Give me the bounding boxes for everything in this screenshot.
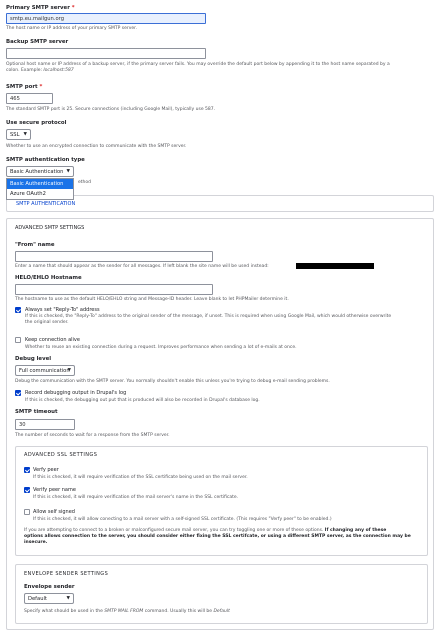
record-debug-label: Record debugging output in Drupal's log <box>25 390 127 396</box>
debug-level-select[interactable]: Full communication ▼ <box>15 365 75 376</box>
backup-server-label: Backup SMTP server <box>6 39 69 45</box>
smtp-settings-form: Primary SMTP server * smtp.eu.mailgun.or… <box>0 0 440 637</box>
from-name-desc: Enter a name that should appear as the s… <box>15 264 269 269</box>
port-label: SMTP port * <box>6 84 43 90</box>
timeout-desc: The number of seconds to wait for a resp… <box>15 433 170 438</box>
self-signed-checkbox[interactable] <box>24 509 30 515</box>
keepalive-label: Keep connection alive <box>25 337 80 343</box>
helo-input[interactable] <box>15 284 213 295</box>
reply-to-desc: If this is checked, the "Reply-To" addre… <box>25 314 392 325</box>
timeout-input[interactable]: 30 <box>15 419 75 430</box>
record-debug-desc: If this is checked, the debugging out pu… <box>25 398 260 403</box>
envelope-sender-desc: Specify what should be used in the SMTP … <box>24 609 230 614</box>
verify-peer-name-label: Verify peer name <box>33 487 76 493</box>
backup-server-desc: Optional host name or IP address of a ba… <box>6 62 390 73</box>
envelope-sender-select[interactable]: Default ▼ <box>24 593 74 604</box>
redacted-site-name <box>296 263 374 269</box>
chevron-down-icon: ▼ <box>66 596 70 601</box>
reply-to-label: Always set "Reply-To" address <box>25 307 100 313</box>
verify-peer-desc: If this is checked, it will require veri… <box>33 475 248 480</box>
auth-type-desc-fragment: ethod <box>78 180 91 185</box>
verify-peer-name-checkbox[interactable] <box>24 487 30 493</box>
chevron-down-icon: ▼ <box>23 132 27 137</box>
auth-option-azure[interactable]: Azure OAuth2 <box>7 189 73 199</box>
record-debug-checkbox[interactable] <box>15 390 21 396</box>
advanced-smtp-title: ADVANCED SMTP SETTINGS <box>15 225 85 231</box>
helo-desc: The hostname to use as the default HELO/… <box>15 297 289 302</box>
ssl-warning: If you are attempting to connect to a br… <box>24 528 411 545</box>
chevron-down-icon: ▼ <box>67 368 71 373</box>
auth-type-dropdown: Basic Authentication Azure OAuth2 <box>6 178 74 200</box>
primary-server-desc: The host name or IP address of your prim… <box>6 26 138 31</box>
secure-protocol-select[interactable]: SSL ▼ <box>6 129 31 140</box>
primary-server-label: Primary SMTP server * <box>6 5 75 11</box>
reply-to-checkbox[interactable] <box>15 307 21 313</box>
debug-level-label: Debug level <box>15 356 52 362</box>
debug-level-desc: Debug the communication with the SMTP se… <box>15 379 330 384</box>
keepalive-checkbox[interactable] <box>15 337 21 343</box>
verify-peer-name-desc: If this is checked, it will require veri… <box>33 495 239 500</box>
timeout-label: SMTP timeout <box>15 409 58 415</box>
auth-option-basic[interactable]: Basic Authentication <box>7 179 73 189</box>
verify-peer-checkbox[interactable] <box>24 467 30 473</box>
from-name-input[interactable] <box>15 251 213 262</box>
helo-label: HELO/EHLO Hostname <box>15 275 82 281</box>
auth-type-select[interactable]: Basic Authentication ▼ <box>6 166 74 177</box>
port-input[interactable]: 465 <box>6 93 53 104</box>
port-desc: The standard SMTP port is 25. Secure con… <box>6 107 216 112</box>
primary-server-input[interactable]: smtp.eu.mailgun.org <box>6 13 206 24</box>
verify-peer-label: Verfy peer <box>33 467 59 473</box>
from-name-label: "From" name <box>15 242 55 248</box>
self-signed-desc: If this is checked, it will allow conect… <box>33 517 332 522</box>
advanced-ssl-title: ADVANCED SSL SETTINGS <box>24 452 98 458</box>
chevron-down-icon: ▼ <box>66 169 70 174</box>
backup-server-input[interactable] <box>6 48 206 59</box>
secure-protocol-desc: Whether to use an encrypted connection t… <box>6 144 187 149</box>
envelope-title: ENVELOPE SENDER SETTINGS <box>24 571 109 577</box>
smtp-auth-summary-link[interactable]: SMTP AUTHENTICATION <box>16 201 75 207</box>
secure-protocol-label: Use secure protocol <box>6 120 67 126</box>
self-signed-label: Allow self signed <box>33 509 75 515</box>
keepalive-desc: Whether to reuse an existing connection … <box>25 345 297 350</box>
envelope-sender-label: Envelope sender <box>24 584 75 590</box>
auth-type-label: SMTP authentication type <box>6 157 85 163</box>
